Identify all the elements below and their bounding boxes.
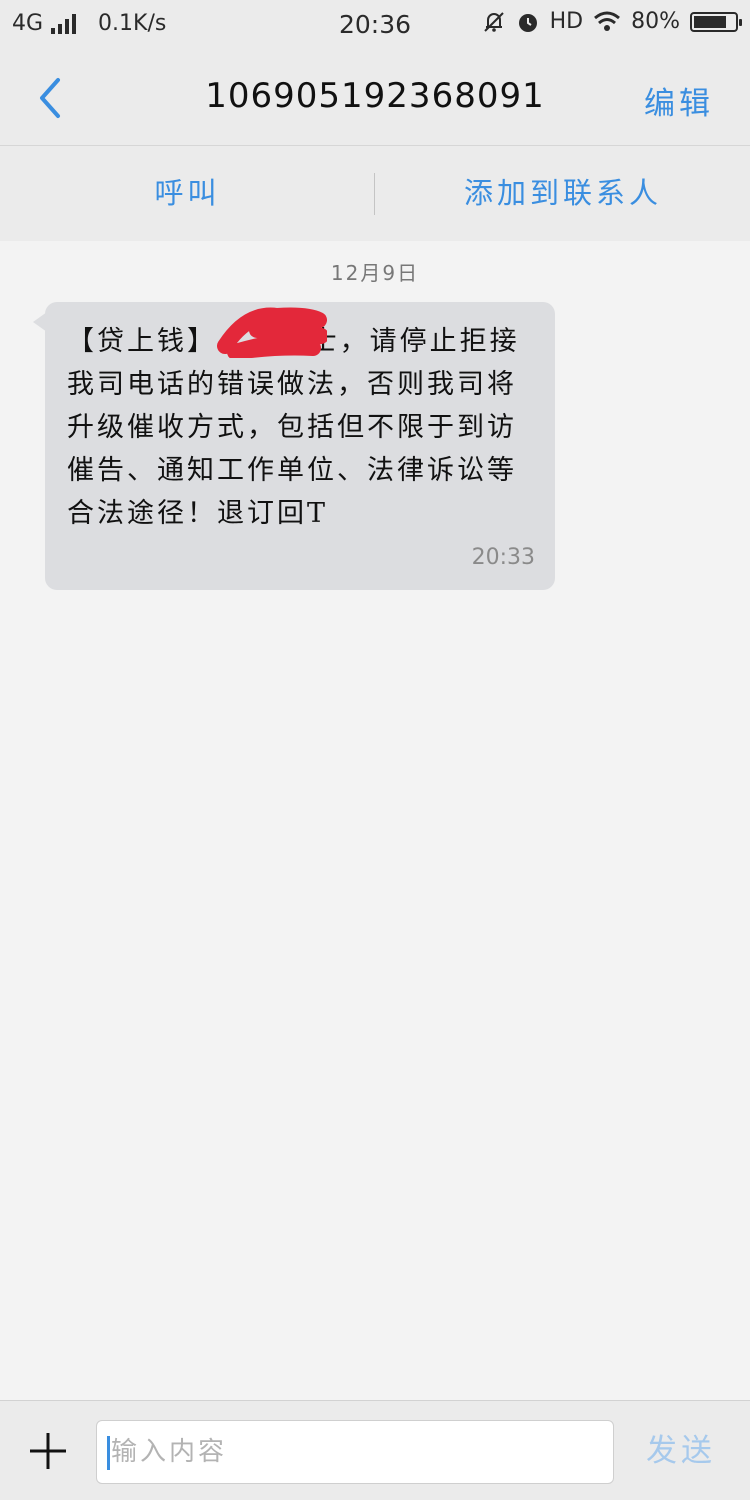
hd-indicator: HD [549,9,584,34]
mute-icon [483,11,504,32]
add-to-contacts-button[interactable]: 添加到联系人 [376,146,750,241]
sms-conversation-screen: 4G 0.1K/s 20:36 HD 80% 106905192368091 编… [0,0,750,1500]
contact-number: 106905192368091 [205,76,545,116]
status-right: HD 80% [482,9,742,34]
incoming-message-bubble[interactable]: 【贷上钱】 士，请停止拒接我司电话的错误做法，否则我司将升级催收方式，包括但不限… [33,302,555,590]
compose-bar: 发送 [0,1400,750,1500]
message-time: 20:33 [471,545,535,570]
text-caret [107,1436,110,1470]
contact-action-bar: 呼叫 添加到联系人 [0,146,750,241]
alarm-icon [518,13,537,32]
bubble-tail [33,312,47,332]
message-list[interactable]: 12月9日 【贷上钱】 士，请停止拒接我司电话的错误做法，否则我司将升级催收方式… [0,241,750,1400]
plus-icon [30,1433,66,1469]
battery-icon [690,11,742,32]
attach-button[interactable] [26,1429,70,1473]
battery-fill [694,15,726,28]
conversation-header: 106905192368091 编辑 [0,50,750,146]
call-button[interactable]: 呼叫 [0,146,375,241]
action-divider [374,173,375,215]
status-bar: 4G 0.1K/s 20:36 HD 80% [0,0,750,50]
battery-percent: 80% [631,9,680,34]
wifi-icon [594,11,621,31]
edit-button[interactable]: 编辑 [644,78,714,123]
message-text: 【贷上钱】 士，请停止拒接我司电话的错误做法，否则我司将升级催收方式，包括但不限… [67,326,520,529]
message-input[interactable] [96,1420,614,1484]
date-separator: 12月9日 [330,261,420,285]
send-button[interactable]: 发送 [646,1425,716,1470]
